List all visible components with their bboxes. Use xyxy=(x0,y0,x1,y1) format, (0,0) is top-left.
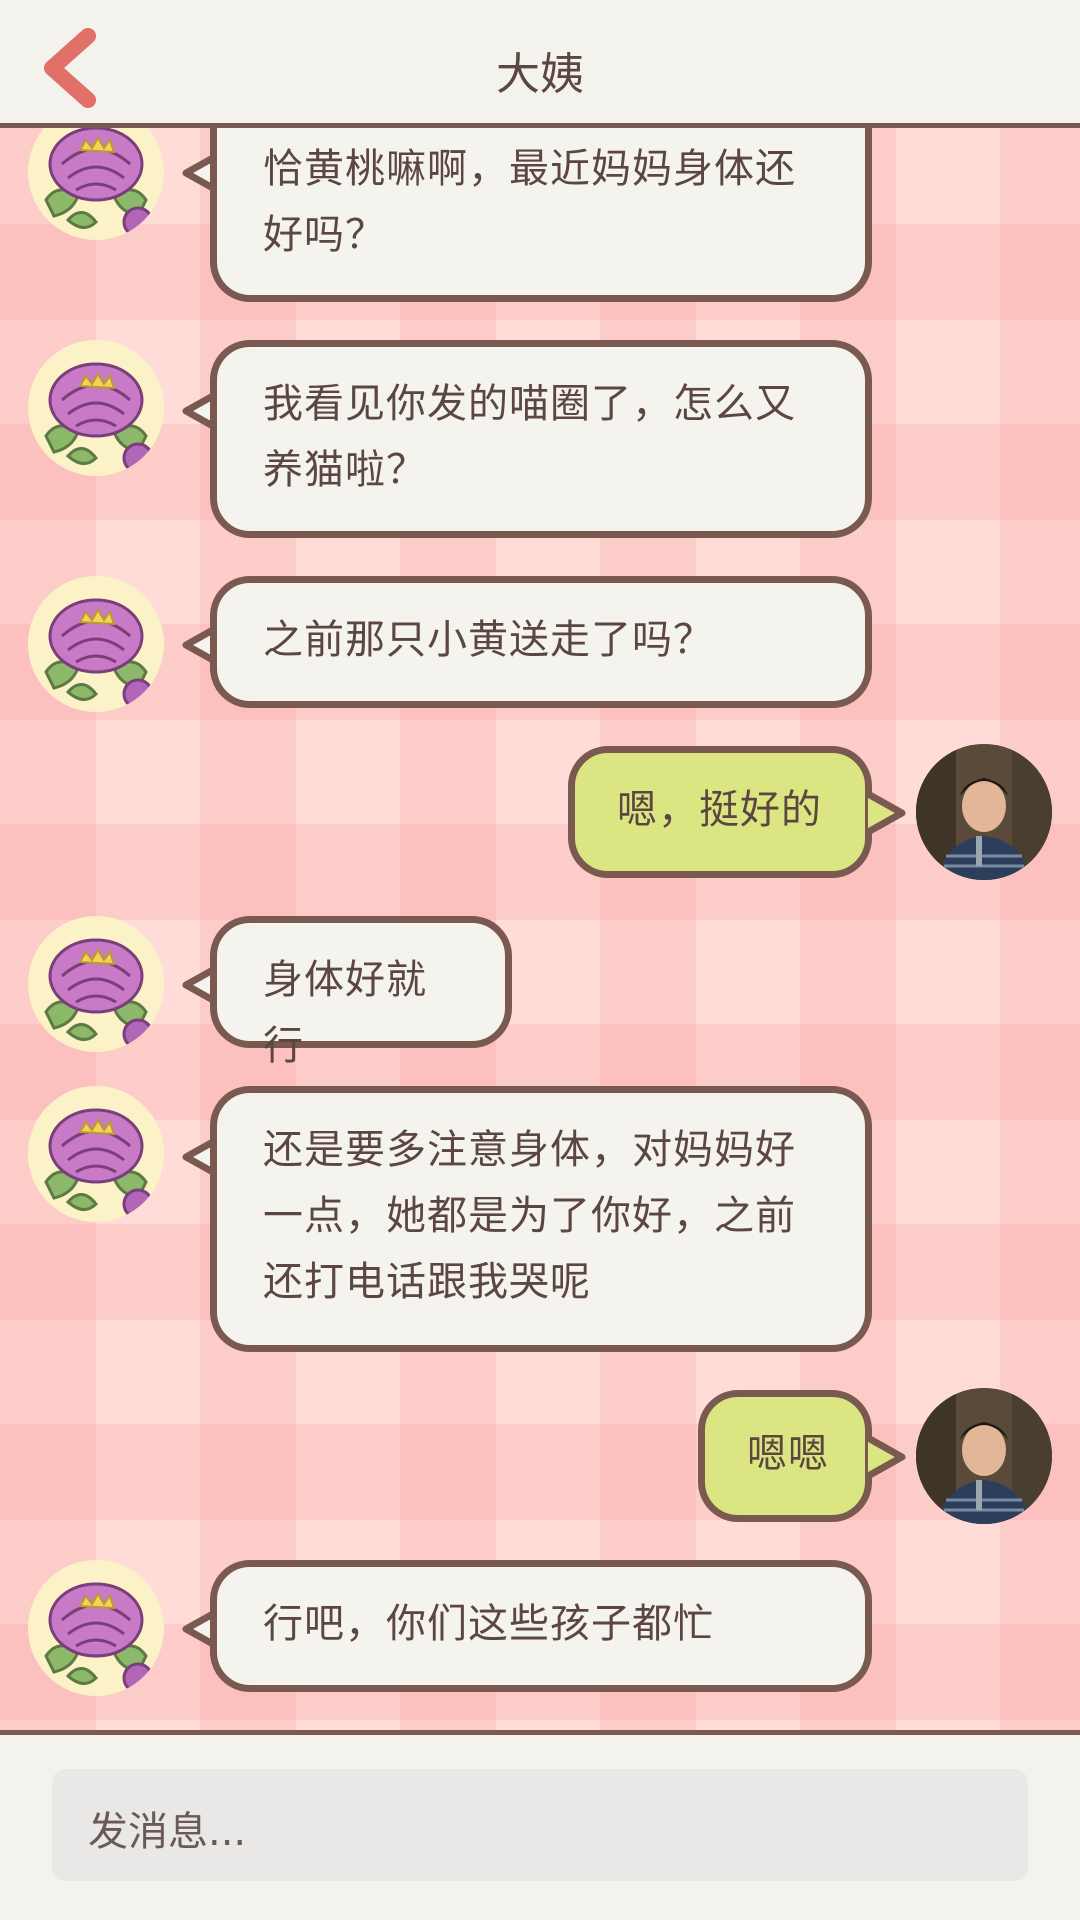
message-bubble[interactable]: 之前那只小黄送走了吗？ xyxy=(210,576,872,708)
message-bubble[interactable]: 行吧，你们这些孩子都忙 xyxy=(210,1560,872,1692)
chat-header: 大姨 xyxy=(0,0,1080,128)
contact-name-title: 大姨 xyxy=(496,49,584,100)
message-input-placeholder: 发消息... xyxy=(88,1809,247,1855)
message-text: 身体好就行 xyxy=(263,957,427,1069)
message-text: 之前那只小黄送走了吗？ xyxy=(263,617,714,663)
message-bubble[interactable]: 还是要多注意身体，对妈妈好一点，她都是为了你好，之前还打电话跟我哭呢 xyxy=(210,1086,872,1352)
chat-screen: 恰黄桃嘛啊，最近妈妈身体还好吗？ 我看见你发的喵圈了，怎么又养猫啦？ 之前那只小… xyxy=(0,0,1080,1920)
message-text: 还是要多注意身体，对妈妈好一点，她都是为了你好，之前还打电话跟我哭呢 xyxy=(263,1127,796,1305)
peony-avatar[interactable] xyxy=(28,1560,164,1696)
message-bubble[interactable]: 我看见你发的喵圈了，怎么又养猫啦？ xyxy=(210,340,872,538)
message-bubble[interactable]: 嗯嗯 xyxy=(698,1390,872,1522)
message-text: 行吧，你们这些孩子都忙 xyxy=(263,1601,714,1647)
peony-avatar[interactable] xyxy=(28,340,164,476)
message-text: 嗯嗯 xyxy=(747,1431,829,1477)
message-bubble[interactable]: 身体好就行 xyxy=(210,916,512,1069)
message-text: 恰黄桃嘛啊，最近妈妈身体还好吗？ xyxy=(263,146,796,258)
peony-avatar[interactable] xyxy=(28,916,164,1052)
message-text: 嗯，挺好的 xyxy=(617,787,822,833)
composer-bar: 发消息... xyxy=(0,1730,1080,1920)
user-photo-avatar[interactable] xyxy=(916,1388,1052,1524)
user-photo-avatar[interactable] xyxy=(916,744,1052,880)
peony-avatar[interactable] xyxy=(28,1086,164,1222)
message-input[interactable]: 发消息... xyxy=(52,1769,1028,1881)
bubble-tail xyxy=(866,790,906,836)
bubble-tail xyxy=(866,1434,906,1480)
message-text: 我看见你发的喵圈了，怎么又养猫啦？ xyxy=(263,381,796,493)
peony-avatar[interactable] xyxy=(28,576,164,712)
message-bubble[interactable]: 嗯，挺好的 xyxy=(568,746,872,878)
message-bubble[interactable]: 恰黄桃嘛啊，最近妈妈身体还好吗？ xyxy=(210,116,872,302)
